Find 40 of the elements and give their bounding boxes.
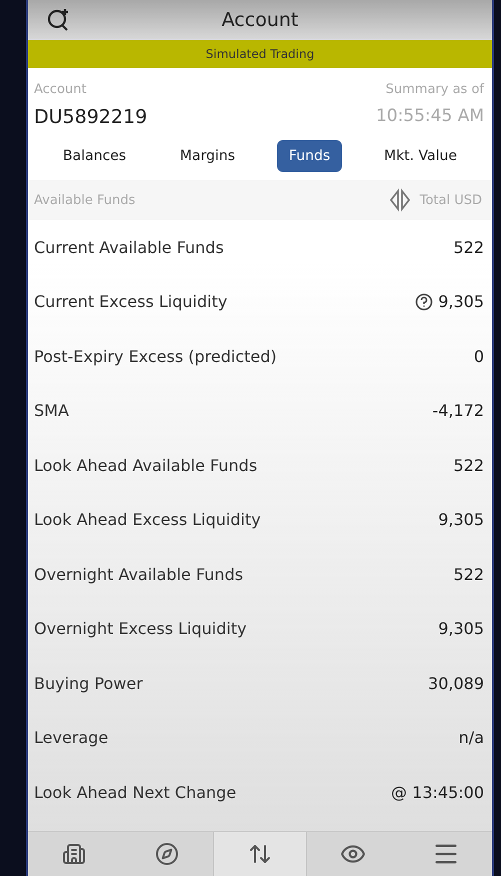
compass-icon: [154, 842, 179, 866]
row-value: 30,089: [428, 674, 484, 693]
row-value: 522: [453, 564, 484, 584]
screen-title: Account: [222, 9, 298, 31]
row-label: Overnight Available Funds: [34, 564, 244, 584]
help-icon[interactable]: [415, 292, 434, 311]
row-label: Buying Power: [34, 674, 143, 693]
simulated-trading-banner: Simulated Trading: [28, 40, 492, 68]
toggle-arrows-icon[interactable]: [388, 188, 412, 212]
row-label: SMA: [34, 401, 69, 420]
row-value: 9,305: [438, 619, 484, 638]
row-label: Overnight Excess Liquidity: [34, 619, 247, 638]
row-label: Current Excess Liquidity: [34, 292, 228, 312]
tab[interactable]: Mkt. Value: [372, 140, 470, 172]
row-value: -4,172: [432, 401, 484, 420]
row-label: Current Available Funds: [34, 238, 224, 257]
account-id: DU5892219: [34, 106, 148, 128]
row-label: Look Ahead Next Change: [34, 782, 236, 802]
row-label: Post-Expiry Excess (predicted): [34, 346, 277, 366]
building-icon: [62, 842, 86, 866]
summary-time: 10:55:45 AM: [376, 106, 484, 126]
row-label: Leverage: [34, 728, 108, 748]
currency-label: Total USD: [420, 192, 482, 208]
row-label: Look Ahead Excess Liquidity: [34, 510, 261, 530]
account-label: Account: [34, 82, 86, 97]
tab[interactable]: Balances: [50, 140, 138, 172]
row-label: Look Ahead Available Funds: [34, 456, 258, 475]
row-value: 0: [474, 346, 484, 366]
row-value: n/a: [458, 728, 484, 748]
row-value: 522: [453, 456, 484, 475]
row-value: 9,305: [438, 510, 484, 530]
section-title: Available Funds: [34, 192, 136, 208]
tab[interactable]: Funds: [276, 140, 342, 172]
row-value: 522: [453, 238, 484, 257]
row-value: 9,305: [438, 292, 484, 312]
summary-label: Summary as of: [386, 82, 484, 97]
tab[interactable]: Margins: [168, 140, 248, 172]
nav-tab[interactable]: [212, 832, 308, 876]
up-down-arrows-icon: [248, 842, 272, 866]
row-value: @ 13:45:00: [391, 782, 484, 802]
